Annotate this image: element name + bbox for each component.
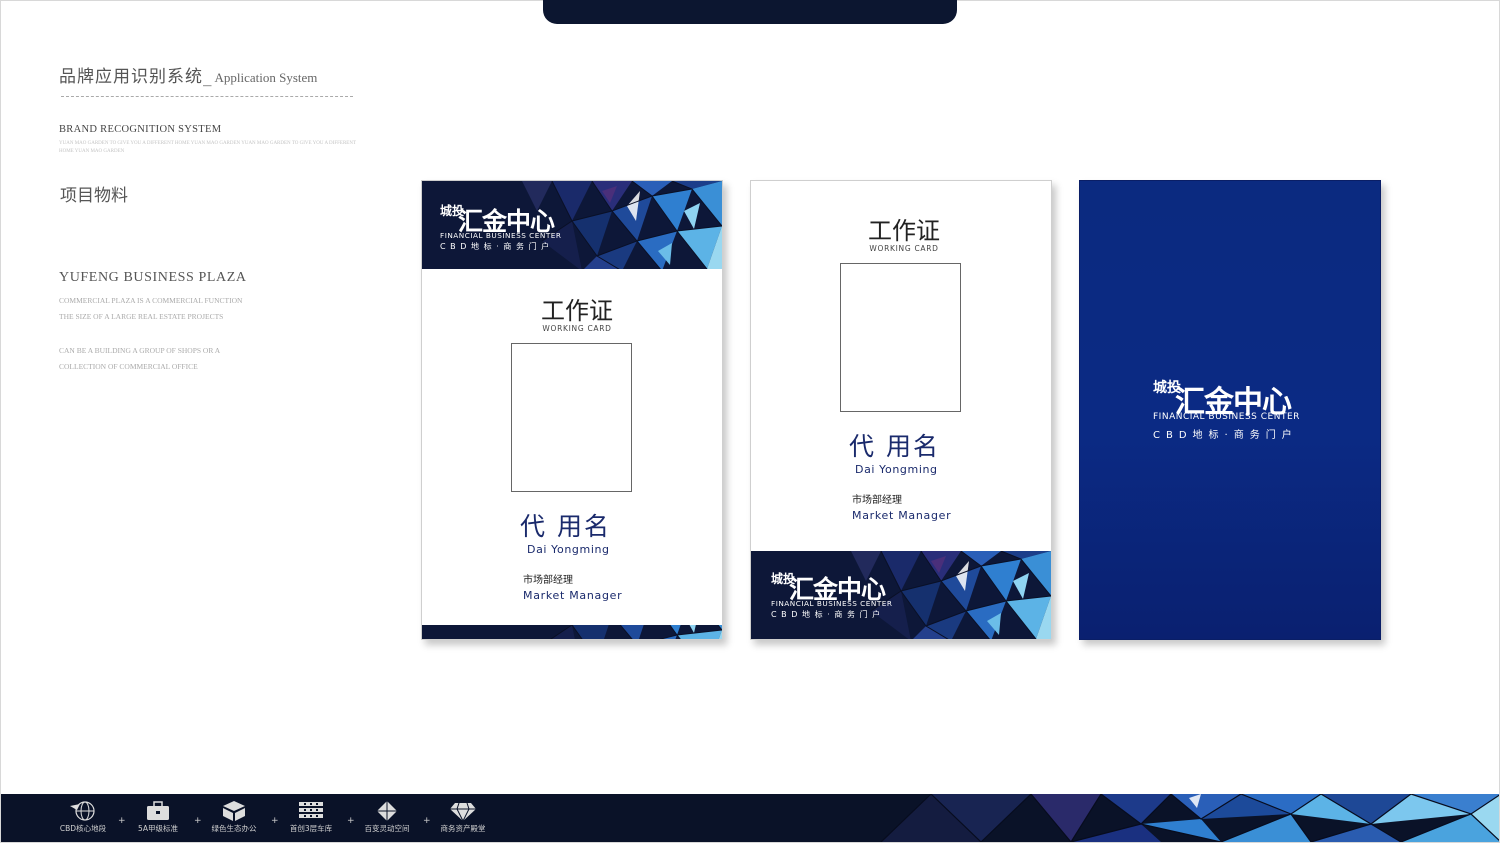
footer-feature-2: 5A甲级标准 — [127, 800, 189, 834]
feature-label: 5A甲级标准 — [138, 824, 178, 833]
holder-name-cn: 代 用名 — [849, 432, 940, 461]
holder-position-en: Market Manager — [523, 589, 623, 602]
mosaic-band-bottom — [422, 625, 722, 639]
diamond-shape-icon — [377, 801, 397, 821]
feature-label: 百变灵动空间 — [364, 824, 410, 833]
logo-tagline: CBD地标·商务门户 — [1153, 430, 1298, 441]
footer-feature-6: 商务资产殿堂 — [432, 800, 494, 834]
page-title: 品牌应用识别系统_ Application System — [59, 62, 317, 87]
badge-subtitle: WORKING CARD — [869, 244, 939, 253]
plaza-paragraph-2: CAN BE A BUILDING A GROUP OF SHOPS OR A … — [59, 343, 220, 375]
gem-icon — [450, 802, 476, 822]
mosaic-band-top: 城投 汇金中心 FINANCIAL BUSINESS CENTER CBD地标·… — [422, 181, 722, 269]
footer-bar: CBD核心地段 + 5A甲级标准 + 绿色生态办公 + 首创3层车库 + 百变灵… — [1, 794, 1499, 842]
footer-feature-4: 首创3层车库 — [280, 800, 342, 834]
logo-en: FINANCIAL BUSINESS CENTER — [1153, 412, 1300, 422]
plus-separator: + — [194, 816, 202, 826]
section-title: 项目物料 — [60, 186, 128, 206]
footer-mosaic — [871, 794, 1499, 842]
badge-back-card: 城投 汇金中心 FINANCIAL BUSINESS CENTER CBD地标·… — [1079, 180, 1381, 640]
plus-separator: + — [271, 816, 279, 826]
badge-front-card: 城投 汇金中心 FINANCIAL BUSINESS CENTER CBD地标·… — [421, 180, 723, 640]
building-icon — [299, 802, 323, 818]
plaza-paragraph-1: COMMERCIAL PLAZA IS A COMMERCIAL FUNCTIO… — [59, 293, 242, 325]
logo-tagline: CBD地标·商务门户 — [771, 610, 885, 619]
feature-label: 首创3层车库 — [289, 824, 333, 833]
plaza-heading: YUFENG BUSINESS PLAZA — [59, 270, 247, 285]
logo-en: FINANCIAL BUSINESS CENTER — [440, 231, 562, 240]
mosaic-band-bottom: 城投 汇金中心 FINANCIAL BUSINESS CENTER CBD地标·… — [751, 551, 1051, 639]
holder-name-en: Dai Yongming — [527, 543, 610, 556]
brand-heading: BRAND RECOGNITION SYSTEM — [59, 124, 222, 135]
logo-prefix: 城投 — [771, 572, 796, 586]
holder-name-en: Dai Yongming — [855, 463, 938, 476]
footer-feature-3: 绿色生态办公 — [203, 800, 265, 834]
title-cn: 品牌应用识别系统_ — [59, 67, 213, 87]
plus-separator: + — [347, 816, 355, 826]
holder-name-cn: 代 用名 — [520, 512, 611, 541]
holder-position-en: Market Manager — [852, 509, 952, 522]
globe-icon — [70, 801, 95, 821]
leaf-cube-icon — [223, 801, 245, 821]
photo-placeholder — [840, 263, 961, 412]
badge-title: 工作证 — [541, 297, 613, 325]
logo-tagline: CBD地标·商务门户 — [440, 242, 554, 251]
logo-prefix: 城投 — [1153, 380, 1181, 396]
title-en: Application System — [214, 70, 318, 85]
badge-title: 工作证 — [868, 217, 940, 245]
holder-position-cn: 市场部经理 — [852, 495, 902, 506]
para-line: COLLECTION OF COMMERCIAL OFFICE — [59, 362, 198, 371]
footer-feature-1: CBD核心地段 — [52, 800, 114, 834]
para-line: CAN BE A BUILDING A GROUP OF SHOPS OR A — [59, 346, 221, 355]
plus-separator: + — [118, 816, 126, 826]
briefcase-icon — [147, 801, 169, 820]
badge-alt-card: 工作证 WORKING CARD 代 用名 Dai Yongming 市场部经理… — [750, 180, 1052, 640]
feature-label: CBD核心地段 — [59, 824, 107, 833]
badge-subtitle: WORKING CARD — [542, 324, 612, 333]
photo-placeholder — [511, 343, 632, 492]
top-tab-decoration — [543, 0, 957, 24]
plus-separator: + — [423, 816, 431, 826]
feature-label: 商务资产殿堂 — [440, 824, 486, 833]
para-line: THE SIZE OF A LARGE REAL ESTATE PROJECTS — [59, 312, 224, 321]
title-divider — [61, 96, 353, 97]
logo-en: FINANCIAL BUSINESS CENTER — [771, 599, 893, 608]
logo-prefix: 城投 — [440, 204, 465, 218]
holder-position-cn: 市场部经理 — [523, 575, 573, 586]
para-line: COMMERCIAL PLAZA IS A COMMERCIAL FUNCTIO… — [59, 296, 243, 305]
feature-label: 绿色生态办公 — [211, 824, 257, 833]
brand-subtext: YUAN MAO GARDEN TO GIVE YOU A DIFFERENT … — [59, 141, 356, 154]
footer-feature-5: 百变灵动空间 — [356, 800, 418, 834]
